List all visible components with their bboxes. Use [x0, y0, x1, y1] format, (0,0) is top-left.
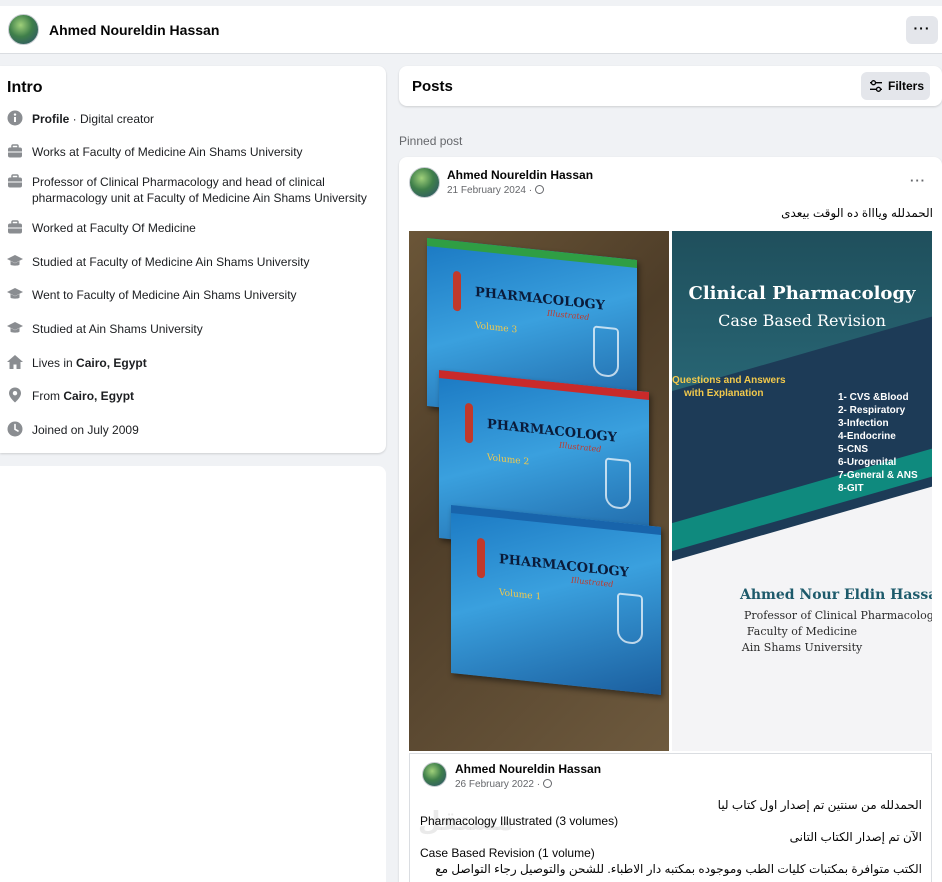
cover-topic: 7-General & ANS: [838, 470, 918, 481]
intro-item-bold[interactable]: Cairo, Egypt: [63, 389, 134, 403]
shared-text-line: Pharmacology Illustrated (3 volumes): [420, 814, 619, 828]
profile-header-bar: Ahmed Noureldin Hassan ···: [0, 6, 942, 54]
profile-avatar[interactable]: [8, 14, 39, 45]
cover-topic: 6-Urogenital: [838, 457, 897, 468]
filters-label: Filters: [888, 79, 925, 93]
more-options-button[interactable]: ···: [906, 16, 938, 44]
book-volume: Volume 3: [475, 321, 518, 336]
book-emblem: [477, 537, 485, 579]
clock-icon: [7, 421, 23, 437]
cover-topic: 2- Respiratory: [838, 405, 906, 416]
shared-text-line: Case Based Revision (1 volume): [420, 846, 595, 860]
graduation-cap-icon: [7, 255, 23, 266]
shared-text-line: الكتب متوافرة بمكتبات كليات الطب وموجوده…: [435, 862, 922, 876]
flask-illustration: [605, 457, 631, 511]
cover-subtitle: Case Based Revision: [718, 311, 886, 330]
post-date-text: 21 February 2024 ·: [447, 185, 533, 196]
globe-icon: [535, 185, 545, 194]
book-spine-band: [427, 237, 637, 269]
book-emblem: [465, 402, 473, 444]
post-photo-books[interactable]: PHARMACOLOGY Illustrated Volume 3 PHARMA…: [409, 231, 669, 751]
book-title: PHARMACOLOGY: [475, 285, 605, 314]
intro-item-suffix: · Digital creator: [69, 112, 155, 126]
intro-item-prefix: Lives in: [32, 356, 77, 370]
intro-item-text: Works at Faculty of Medicine Ain Shams U…: [32, 145, 303, 159]
intro-item-text: Professor of Clinical Pharmacology and h…: [32, 175, 367, 205]
intro-item-text: Studied at Ain Shams University: [32, 322, 203, 336]
intro-item-text: Joined on July 2009: [32, 423, 139, 437]
cover-topic: 8-GIT: [838, 483, 864, 494]
cover-qa-line2: with Explanation: [684, 388, 764, 399]
intro-item-prefix: From: [32, 389, 64, 403]
cover-credential-line: Faculty of Medicine: [746, 625, 858, 638]
intro-card: Intro Profile · Digital creator Works at…: [0, 66, 386, 453]
cover-topic: 5-CNS: [838, 444, 869, 455]
graduation-cap-icon: [7, 288, 23, 299]
post-timestamp[interactable]: 21 February 2024 ·: [447, 185, 545, 196]
shared-text-line: الآن تم إصدار الكتاب التانى: [789, 830, 922, 844]
pinned-post: Ahmed Noureldin Hassan 21 February 2024 …: [399, 157, 942, 882]
briefcase-icon: [8, 220, 22, 234]
intro-item-text: Worked at Faculty Of Medicine: [32, 221, 196, 235]
cover-credential-line: Professor of Clinical Pharmacology: [744, 609, 932, 622]
book-cover-volume-1: PHARMACOLOGY Illustrated Volume 1: [451, 504, 661, 696]
book-volume: Volume 2: [487, 453, 530, 468]
book-volume: Volume 1: [499, 588, 542, 603]
post-author-name[interactable]: Ahmed Noureldin Hassan: [447, 168, 593, 182]
briefcase-icon: [8, 144, 22, 158]
flask-illustration: [617, 592, 643, 646]
cover-topic: 3-Infection: [838, 418, 889, 429]
cover-topic: 1- CVS &Blood: [838, 392, 909, 403]
shared-timestamp[interactable]: 26 February 2022 ·: [455, 779, 553, 790]
cover-title: Clinical Pharmacology: [688, 283, 916, 304]
cover-topic-list: 1- CVS &Blood 2- Respiratory 3-Infection…: [838, 391, 918, 495]
shared-text-line: الحمدلله من سنتين تم إصدار اول كتاب ليا: [717, 798, 922, 812]
cover-credential-line: Ain Shams University: [741, 641, 863, 654]
cover-qa-line1: Questions and Answers: [672, 375, 786, 386]
shared-date-text: 26 February 2022 ·: [455, 779, 541, 790]
graduation-cap-icon: [7, 322, 23, 333]
book-title: PHARMACOLOGY: [499, 552, 629, 581]
post-author-avatar[interactable]: [409, 167, 440, 198]
flask-illustration: [593, 325, 619, 379]
globe-icon: [543, 779, 553, 788]
posts-title: Posts: [412, 78, 453, 95]
intro-item-text: Went to Faculty of Medicine Ain Shams Un…: [32, 288, 297, 302]
intro-item-bold[interactable]: Cairo, Egypt: [76, 356, 147, 370]
intro-item-bold[interactable]: Profile: [32, 112, 69, 126]
shared-author-name[interactable]: Ahmed Noureldin Hassan: [455, 762, 601, 776]
location-pin-icon: [9, 387, 21, 403]
info-icon: [7, 110, 23, 126]
sliders-icon: [870, 80, 882, 92]
cover-author: Ahmed Nour Eldin Hassan: [740, 587, 932, 603]
book-emblem: [453, 270, 461, 312]
shared-author-avatar[interactable]: [422, 762, 447, 787]
post-photo-cover[interactable]: Clinical Pharmacology Case Based Revisio…: [672, 231, 932, 751]
intro-item-text: Studied at Faculty of Medicine Ain Shams…: [32, 255, 310, 269]
shared-post[interactable]: Ahmed Noureldin Hassan 26 February 2022 …: [409, 753, 932, 882]
post-options-button[interactable]: ···: [910, 173, 926, 188]
cover-topic: 4-Endocrine: [838, 431, 896, 442]
post-text: الحمدلله وياااة ده الوقت بيعدى: [781, 206, 933, 220]
briefcase-icon: [8, 174, 22, 188]
pinned-post-label: Pinned post: [399, 134, 463, 148]
filters-button[interactable]: Filters: [861, 72, 930, 100]
photos-card-placeholder: [0, 466, 386, 882]
home-icon: [7, 355, 23, 369]
intro-title: Intro: [7, 79, 43, 96]
profile-name[interactable]: Ahmed Noureldin Hassan: [49, 22, 219, 38]
posts-header-card: Posts Filters: [399, 66, 942, 106]
book-title: PHARMACOLOGY: [487, 417, 617, 446]
